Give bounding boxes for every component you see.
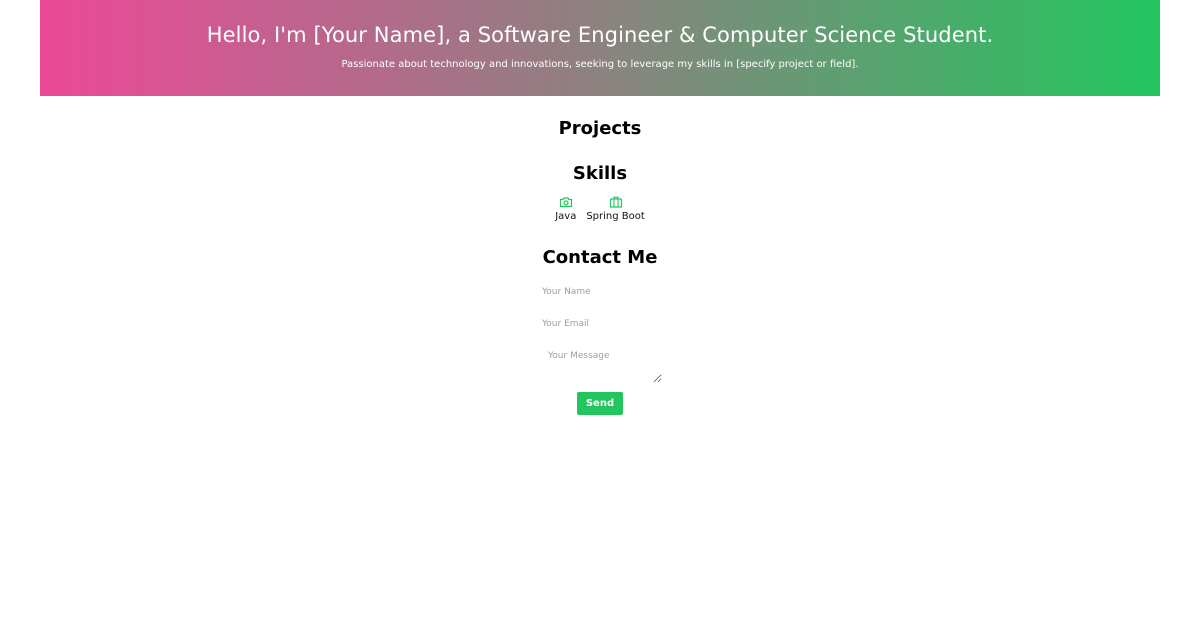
camera-icon [559,197,572,208]
skill-item-java: Java [555,195,576,224]
name-input[interactable] [538,282,662,302]
contact-heading: Contact Me [542,247,658,268]
hero-title: Hello, I'm [Your Name], a Software Engin… [206,23,994,47]
hero-subtitle: Passionate about technology and innovati… [341,59,859,70]
projects-heading: Projects [558,118,642,139]
skills-heading: Skills [572,163,628,184]
skill-item-spring-boot: Spring Boot [586,195,645,224]
skills-list: Java Spring Boot [0,195,1200,224]
message-textarea[interactable] [540,348,662,383]
skill-label: Spring Boot [586,211,645,222]
skill-label: Java [555,211,577,222]
send-button[interactable]: Send [577,392,623,415]
hero-banner: Hello, I'm [Your Name], a Software Engin… [40,0,1160,96]
email-input[interactable] [538,314,662,334]
briefcase-icon [609,196,622,208]
